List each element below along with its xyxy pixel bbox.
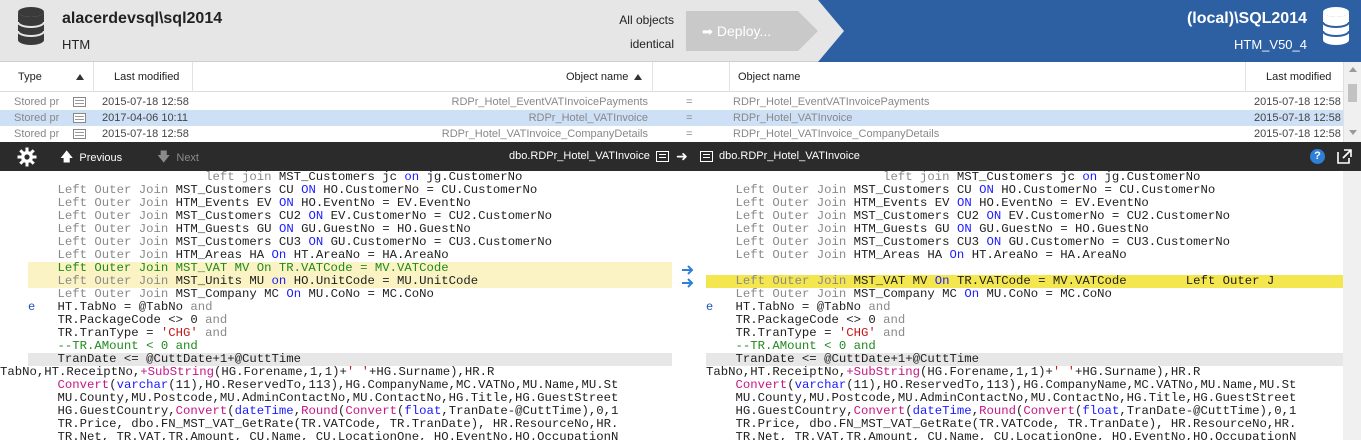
source-database-name: HTM bbox=[62, 37, 91, 52]
target-sql-pane[interactable]: left join MST_Customers jc on jg.Custome… bbox=[706, 171, 1361, 440]
column-header-right-last-modified[interactable]: Last modified bbox=[1266, 62, 1331, 92]
gear-icon[interactable] bbox=[17, 147, 37, 167]
row-status: = bbox=[686, 96, 693, 108]
database-icon bbox=[1322, 7, 1350, 45]
arrow-down-icon: 🡇 bbox=[157, 149, 171, 164]
column-header-type[interactable]: Type bbox=[18, 62, 42, 92]
row-right-name: RDPr_Hotel_VATInvoice_CompanyDetails bbox=[733, 128, 940, 140]
code-line: Left Outer Join HTM_Areas HA On HT.AreaN… bbox=[735, 248, 1127, 262]
row-status: = bbox=[686, 128, 693, 140]
arrow-right-icon[interactable] bbox=[681, 265, 695, 275]
column-header-right-object-name[interactable]: Object name bbox=[738, 62, 800, 92]
stored-procedure-icon bbox=[73, 97, 86, 107]
arrow-up-icon: 🡅 bbox=[60, 149, 74, 164]
column-header-left-last-modified[interactable]: Last modified bbox=[114, 62, 179, 92]
sql-diff-view: left join MST_Customers jc on jg.Custome… bbox=[0, 171, 1361, 440]
diff-scrollbar[interactable] bbox=[1343, 171, 1361, 440]
row-type: Stored pr bbox=[14, 128, 60, 140]
grid-row-selected[interactable]: Stored pr 2017-04-06 10:11 RDPr_Hotel_VA… bbox=[0, 110, 1343, 126]
filter-group-label[interactable]: All objects bbox=[619, 13, 674, 27]
target-database-name: HTM_V50_4 bbox=[1234, 37, 1307, 52]
next-label: Next bbox=[176, 152, 199, 164]
row-left-name: RDPr_Hotel_VATInvoice bbox=[528, 112, 648, 124]
target-panel: (local)\SQL2014 HTM_V50_4 bbox=[818, 0, 1361, 62]
scroll-down-icon[interactable] bbox=[1349, 130, 1357, 135]
sort-ascending-icon bbox=[76, 74, 84, 80]
popout-icon[interactable] bbox=[1337, 149, 1352, 164]
row-left-modified: 2015-07-18 12:58 bbox=[102, 96, 189, 108]
arrow-right-icon[interactable] bbox=[681, 278, 695, 288]
next-difference-button[interactable]: 🡇 Next bbox=[157, 142, 199, 171]
row-left-name: RDPr_Hotel_VATInvoice_CompanyDetails bbox=[441, 128, 648, 140]
row-type: Stored pr bbox=[14, 96, 60, 108]
right-object-name: dbo.RDPr_Hotel_VATInvoice bbox=[719, 150, 860, 162]
row-left-name: RDPr_Hotel_EventVATInvoicePayments bbox=[451, 96, 648, 108]
diff-gutter bbox=[672, 171, 706, 440]
filter-status-value: identical bbox=[629, 37, 674, 51]
row-right-modified: 2015-07-18 12:58 bbox=[1254, 128, 1341, 140]
target-server-name: (local)\SQL2014 bbox=[1186, 10, 1307, 27]
row-right-modified: 2015-07-18 12:58 bbox=[1254, 96, 1341, 108]
previous-label: Previous bbox=[79, 152, 123, 164]
code-line: TR.Net, TR.VAT,TR.Amount, CU.Name, CU.Lo… bbox=[28, 430, 619, 440]
row-left-modified: 2017-04-06 10:11 bbox=[102, 112, 189, 124]
scroll-thumb[interactable] bbox=[1348, 84, 1357, 102]
document-icon bbox=[656, 151, 669, 162]
database-icon bbox=[17, 7, 45, 45]
source-server-name: alacerdevsql\sql2014 bbox=[62, 10, 223, 27]
row-right-name: RDPr_Hotel_VATInvoice bbox=[733, 112, 853, 124]
row-status: = bbox=[686, 112, 693, 124]
grid-row[interactable]: Stored pr 2015-07-18 12:58 RDPr_Hotel_Ev… bbox=[0, 94, 1343, 110]
row-left-modified: 2015-07-18 12:58 bbox=[102, 128, 189, 140]
left-object-name: dbo.RDPr_Hotel_VATInvoice bbox=[509, 150, 650, 162]
diff-toolbar: 🡅 Previous 🡇 Next dbo.RDPr_Hotel_VATInvoic… bbox=[0, 142, 1361, 171]
row-right-name: RDPr_Hotel_EventVATInvoicePayments bbox=[733, 96, 930, 108]
column-header-left-object-name[interactable]: Object name bbox=[566, 62, 628, 92]
deploy-label: Deploy... bbox=[716, 23, 772, 39]
code-line: TR.Net, TR.VAT,TR.Amount, CU.Name, CU.Lo… bbox=[706, 430, 1297, 440]
stored-procedure-icon bbox=[73, 129, 86, 139]
deploy-button[interactable]: ➡ Deploy... bbox=[686, 11, 818, 51]
help-icon[interactable]: ? bbox=[1310, 149, 1325, 164]
stored-procedure-icon bbox=[73, 113, 86, 123]
comparison-header: alacerdevsql\sql2014 HTM All objects ide… bbox=[0, 0, 1361, 62]
source-sql-pane[interactable]: left join MST_Customers jc on jg.Custome… bbox=[0, 171, 672, 440]
arrow-right-icon: ➜ bbox=[676, 148, 688, 164]
scroll-up-icon[interactable] bbox=[1349, 67, 1357, 72]
row-right-modified: 2015-07-18 12:58 bbox=[1254, 112, 1341, 124]
margin-marker: e bbox=[28, 300, 36, 314]
grid-row[interactable]: Stored pr 2015-07-18 12:58 RDPr_Hotel_VA… bbox=[0, 126, 1343, 142]
arrow-right-icon: ➡ bbox=[702, 24, 713, 39]
sort-ascending-icon bbox=[634, 74, 642, 80]
grid-header: Type Last modified Object name Object na… bbox=[0, 62, 1361, 92]
row-type: Stored pr bbox=[14, 112, 60, 124]
comparison-results-grid: Type Last modified Object name Object na… bbox=[0, 62, 1361, 142]
margin-marker: e bbox=[706, 300, 714, 314]
grid-scrollbar[interactable] bbox=[1343, 62, 1361, 142]
document-icon bbox=[700, 151, 713, 162]
previous-difference-button[interactable]: 🡅 Previous bbox=[60, 142, 122, 171]
